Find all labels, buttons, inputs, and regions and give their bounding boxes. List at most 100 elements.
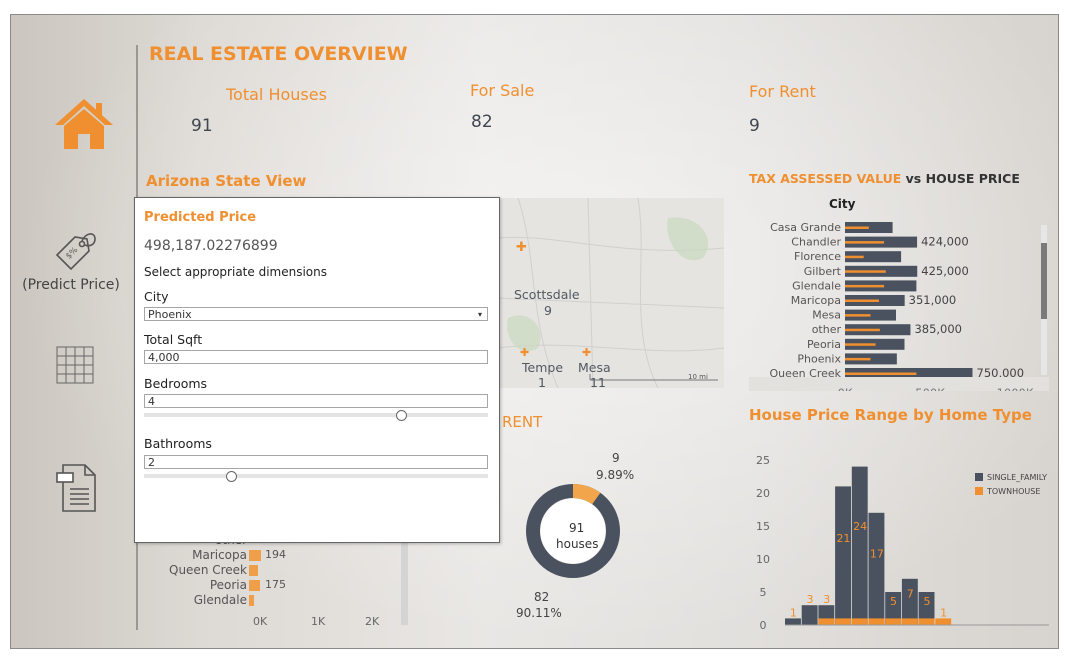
- nav-predict-price[interactable]: $% (Predict Price): [11, 225, 133, 305]
- tax-chart: City Casa Grande Chandler 424,000 Florence Gi…: [749, 197, 1049, 391]
- bedrooms-label: Bedrooms: [144, 376, 208, 391]
- nav-report[interactable]: [55, 463, 97, 513]
- hist-data-label: 1: [940, 606, 947, 619]
- map-marker-mesa[interactable]: ✚: [582, 346, 591, 359]
- arizona-title: Arizona State View: [146, 172, 307, 190]
- city-select[interactable]: Phoenix ▾: [144, 307, 488, 321]
- tax-chart-title-b: HOUSE PRICE: [925, 171, 1020, 186]
- bathrooms-slider[interactable]: [144, 474, 488, 478]
- hist-data-label: 17: [870, 548, 884, 561]
- tax-bar-assessed: [845, 270, 886, 273]
- map-marker-scottsdale[interactable]: ✚: [516, 240, 527, 255]
- popup-title: Predicted Price: [144, 210, 257, 225]
- bathrooms-label: Bathrooms: [144, 436, 212, 451]
- map-city-tempe: Tempe: [522, 360, 564, 375]
- bl-tick: 2K: [365, 615, 380, 628]
- grid-icon: [56, 346, 94, 384]
- map-scale: 10 mi: [688, 373, 708, 381]
- hist-y-tick: 25: [756, 454, 770, 467]
- hist-legend-label: SINGLE_FAMILY: [987, 473, 1047, 482]
- hist-bar-townhouse: [818, 618, 835, 625]
- arizona-map[interactable]: ✚ Scottsdale 9 ✚ ✚ Tempe 1 Mesa 11 10 mi: [498, 198, 724, 388]
- tax-bar-assessed: [845, 328, 880, 332]
- hist-bar-single-family: [901, 578, 918, 625]
- tax-scroll-thumb: [1041, 243, 1047, 319]
- hist-y-tick: 5: [760, 586, 767, 599]
- hist-y-tick: 15: [756, 520, 770, 533]
- tax-data-label: 385,000: [914, 322, 962, 336]
- bedrooms-slider-thumb[interactable]: [396, 410, 407, 421]
- tax-bar-assessed: [845, 357, 871, 361]
- hist-legend-swatch: [975, 473, 983, 481]
- bedrooms-slider[interactable]: [144, 413, 488, 417]
- tax-chart-title-vs: vs: [905, 171, 922, 186]
- sqft-label: Total Sqft: [144, 332, 203, 347]
- document-icon: [56, 464, 96, 512]
- nav-home[interactable]: [53, 97, 115, 153]
- house-price-histogram: 0510152025133212417575110K200K400K600K80…: [756, 454, 1049, 632]
- predicted-price-value: 498,187.02276899: [144, 238, 278, 254]
- hist-bar-single-family: [835, 486, 851, 625]
- hist-bar-townhouse: [868, 618, 885, 625]
- hist-data-label: 3: [807, 593, 814, 606]
- bedrooms-input[interactable]: 4: [144, 394, 488, 408]
- tax-category-label: Maricopa: [791, 294, 841, 307]
- tax-x-tick: 1000K: [997, 386, 1034, 391]
- hist-bar-townhouse: [918, 618, 935, 625]
- hist-bar-townhouse: [835, 618, 851, 625]
- map-city-mesa: Mesa: [578, 360, 611, 375]
- hist-legend-swatch: [975, 487, 983, 495]
- map-marker-tempe[interactable]: ✚: [520, 346, 529, 359]
- tax-bar-assessed: [845, 226, 869, 229]
- tax-category-label: Peoria: [807, 338, 841, 351]
- page-title: REAL ESTATE OVERVIEW: [149, 43, 408, 65]
- tax-bar-assessed: [845, 343, 876, 346]
- map-count-mesa: 11: [590, 375, 606, 388]
- bl-row-label: Queen Creek: [169, 563, 247, 577]
- hist-data-label: 24: [853, 520, 867, 533]
- hist-bar-townhouse: [885, 618, 902, 625]
- map-count-scottsdale: 9: [544, 303, 552, 318]
- tax-bar-assessed: [845, 255, 864, 259]
- hist-data-label: 5: [923, 595, 930, 608]
- tax-bar-assessed: [845, 284, 885, 288]
- nav-predict-label: (Predict Price): [22, 277, 120, 293]
- tax-category-label: Mesa: [812, 309, 841, 322]
- rent-section-title: RENT: [502, 413, 543, 431]
- hist-bar-single-family: [868, 512, 885, 625]
- bottom-left-chart: other Maricopa 194 Queen Creek Peoria 17…: [151, 525, 431, 635]
- kpi-rent-label: For Rent: [749, 82, 816, 101]
- hist-data-label: 1: [790, 606, 797, 619]
- nav-table[interactable]: [55, 345, 95, 385]
- bathrooms-input[interactable]: 2: [144, 455, 488, 469]
- hist-y-tick: 10: [756, 553, 770, 566]
- map-count-tempe: 1: [538, 375, 546, 388]
- donut-center-value: 91: [569, 521, 585, 535]
- chevron-down-icon: ▾: [477, 310, 482, 319]
- tax-data-label: 424,000: [921, 235, 969, 249]
- tax-bar-assessed: [845, 299, 879, 302]
- hist-title: House Price Range by Home Type: [749, 406, 1032, 424]
- svg-text:$%: $%: [64, 245, 80, 261]
- tax-category-label: Florence: [794, 250, 841, 263]
- hist-data-label: 21: [836, 532, 850, 545]
- hist-legend-label: TOWNHOUSE: [986, 487, 1040, 496]
- kpi-sale-label: For Sale: [470, 81, 535, 100]
- dashboard-frame: $% (Predict Price) REAL ESTATE OVERVIEW …: [10, 14, 1059, 649]
- bl-bar: [249, 580, 260, 591]
- tax-bar-assessed: [845, 241, 885, 244]
- home-icon: [55, 99, 113, 149]
- bl-row-label: Glendale: [193, 593, 247, 607]
- hist-bar-townhouse: [851, 618, 868, 625]
- kpi-total-label: Total Houses: [226, 85, 327, 104]
- hist-bar-single-family: [801, 605, 818, 625]
- bathrooms-slider-thumb[interactable]: [226, 471, 237, 482]
- bl-bar: [249, 550, 261, 561]
- sqft-input[interactable]: 4,000: [144, 350, 488, 364]
- bl-tick: 1K: [311, 615, 326, 628]
- bl-bar: [249, 595, 254, 606]
- tax-x-tick: 0K: [838, 386, 853, 391]
- bl-bar: [249, 565, 258, 576]
- city-label: City: [144, 289, 169, 304]
- tax-bar-assessed: [845, 314, 871, 317]
